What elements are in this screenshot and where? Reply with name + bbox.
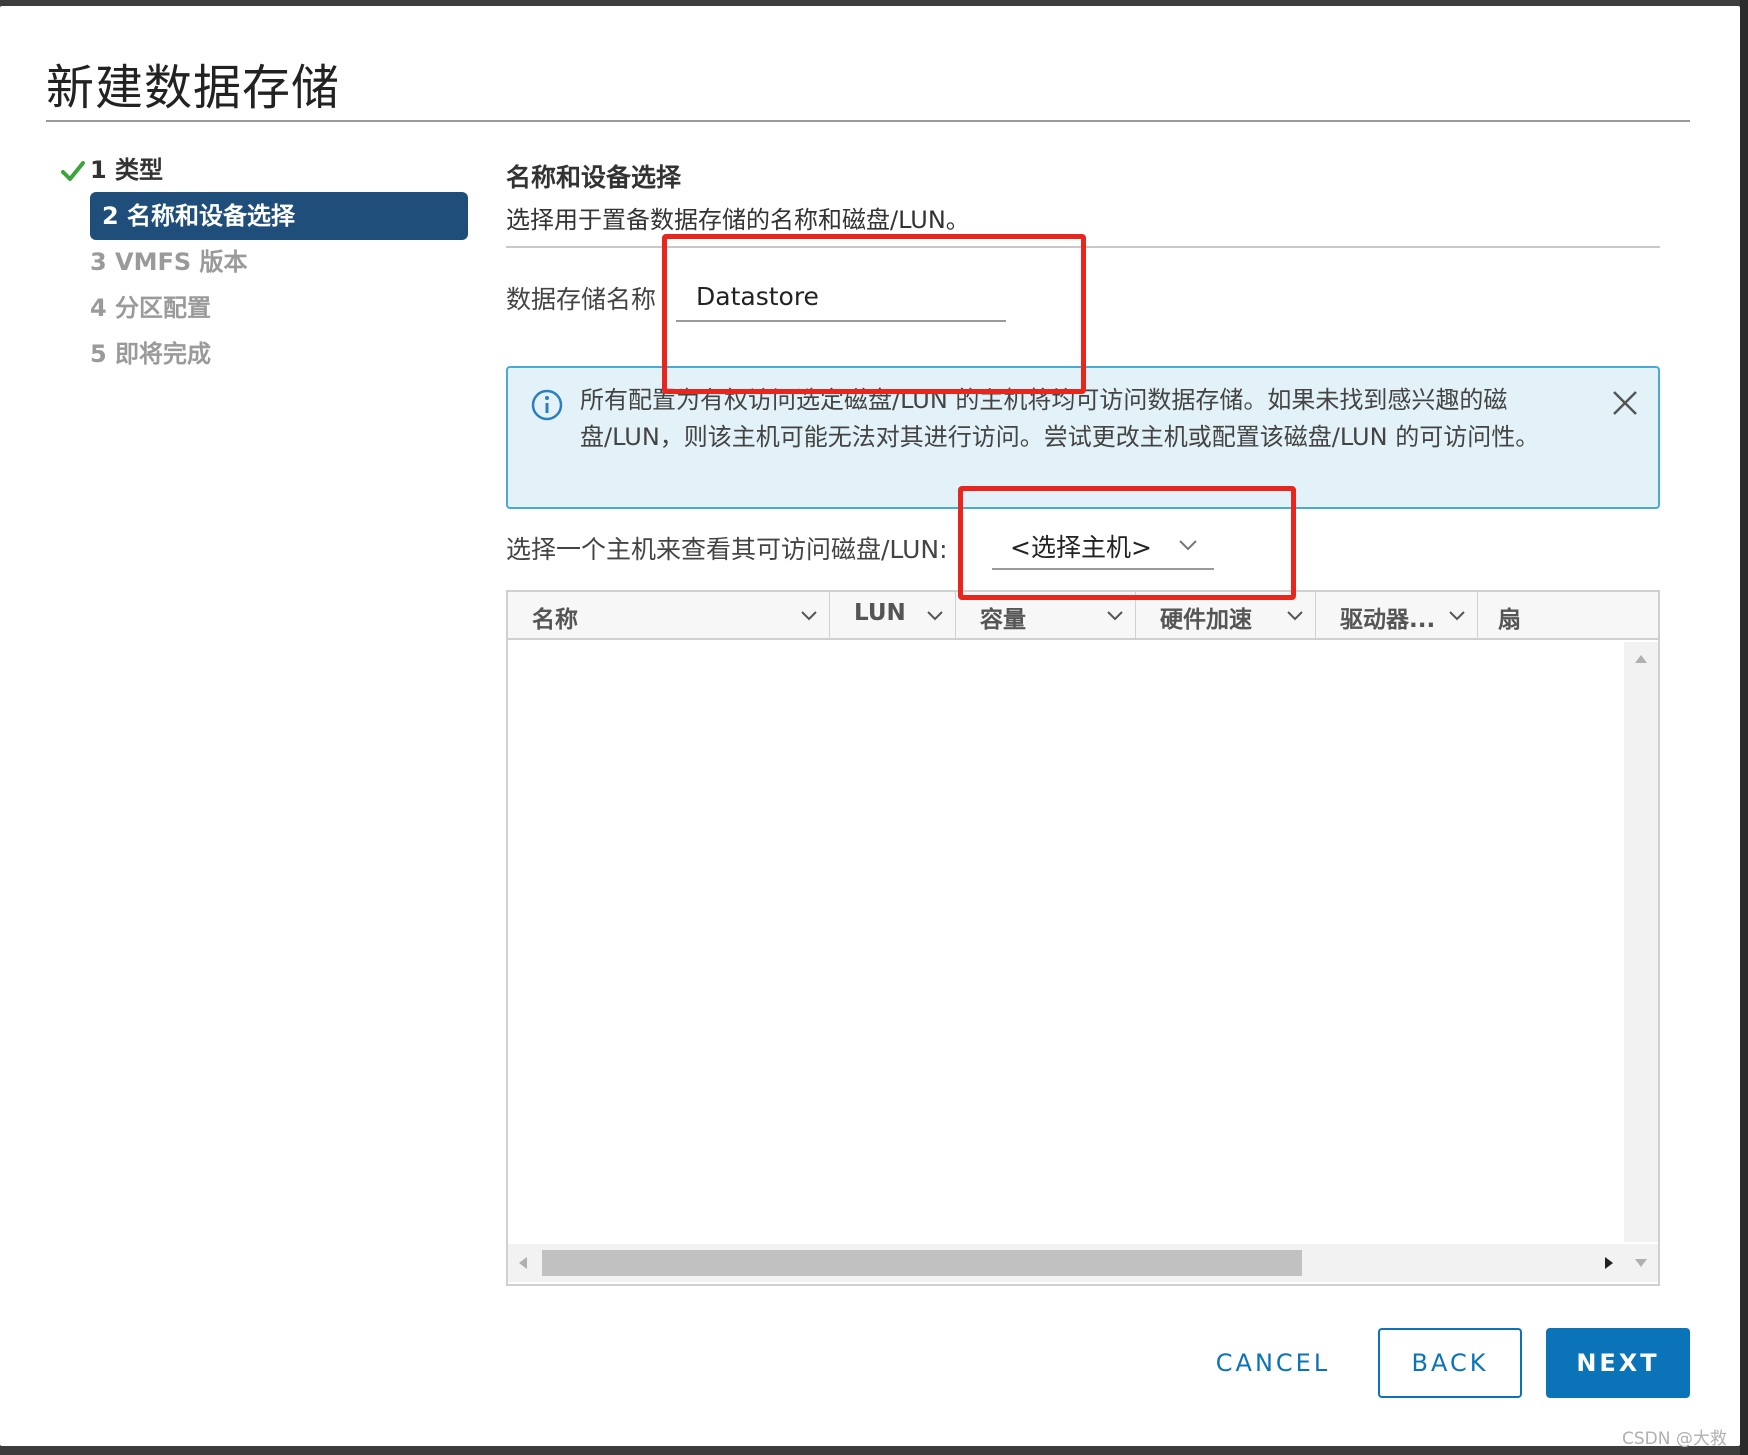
info-text: 所有配置为有权访问选定磁盘/LUN 的主机将均可访问数据存储。如果未找到感兴趣的… bbox=[580, 386, 1540, 451]
section-description: 选择用于置备数据存储的名称和磁盘/LUN。 bbox=[506, 206, 970, 234]
host-select-value: <选择主机> bbox=[1010, 533, 1152, 562]
column-label: LUN bbox=[854, 600, 906, 626]
chevron-down-icon bbox=[1179, 540, 1197, 551]
dialog-title: 新建数据存储 bbox=[46, 60, 341, 116]
column-label: 容量 bbox=[980, 607, 1026, 633]
chevron-down-icon bbox=[1107, 611, 1123, 621]
step-ready-complete: 5 即将完成 bbox=[90, 340, 212, 368]
column-lun[interactable]: LUN bbox=[830, 592, 956, 640]
vertical-scrollbar[interactable] bbox=[1624, 642, 1658, 1242]
column-drive-type[interactable]: 驱动器... bbox=[1316, 592, 1478, 640]
info-icon bbox=[531, 389, 563, 421]
next-button[interactable]: NEXT bbox=[1546, 1328, 1690, 1398]
scroll-right-icon[interactable] bbox=[1604, 1256, 1614, 1270]
datastore-name-label: 数据存储名称 bbox=[506, 285, 657, 314]
check-icon bbox=[61, 161, 85, 181]
scroll-left-icon[interactable] bbox=[518, 1256, 528, 1270]
step-type[interactable]: 1 类型 bbox=[90, 146, 163, 194]
column-label: 驱动器... bbox=[1340, 607, 1436, 633]
close-icon[interactable] bbox=[1610, 388, 1640, 418]
section-divider bbox=[506, 246, 1660, 248]
background-edge bbox=[1740, 0, 1748, 1455]
horizontal-scrollbar[interactable] bbox=[508, 1244, 1624, 1282]
horizontal-scroll-thumb[interactable] bbox=[542, 1250, 1302, 1276]
info-alert: 所有配置为有权访问选定磁盘/LUN 的主机将均可访问数据存储。如果未找到感兴趣的… bbox=[506, 366, 1660, 509]
column-label: 扇 bbox=[1498, 607, 1521, 633]
title-divider bbox=[46, 120, 1690, 122]
scrollbar-corner bbox=[1624, 1244, 1658, 1282]
new-datastore-dialog: 新建数据存储 1 类型 2 名称和设备选择 3 VMFS 版本 4 分区配置 5… bbox=[0, 6, 1740, 1446]
chevron-down-icon bbox=[1449, 611, 1465, 621]
back-button[interactable]: BACK bbox=[1378, 1328, 1522, 1398]
scroll-up-icon[interactable] bbox=[1634, 654, 1648, 664]
host-select-label: 选择一个主机来查看其可访问磁盘/LUN: bbox=[506, 535, 948, 564]
datastore-name-input[interactable] bbox=[676, 272, 1006, 322]
scroll-down-icon[interactable] bbox=[1634, 1258, 1648, 1268]
column-capacity[interactable]: 容量 bbox=[956, 592, 1136, 640]
column-name[interactable]: 名称 bbox=[508, 592, 830, 640]
lun-table: 名称 LUN 容量 硬件加速 驱动器... 扇 bbox=[506, 590, 1660, 1286]
column-label: 硬件加速 bbox=[1160, 607, 1252, 633]
watermark: CSDN @大救 bbox=[1622, 1429, 1727, 1449]
column-hw-acceleration[interactable]: 硬件加速 bbox=[1136, 592, 1316, 640]
chevron-down-icon bbox=[1287, 611, 1303, 621]
chevron-down-icon bbox=[927, 611, 943, 621]
table-header: 名称 LUN 容量 硬件加速 驱动器... 扇 bbox=[508, 592, 1658, 640]
step-vmfs-version: 3 VMFS 版本 bbox=[90, 248, 248, 276]
chevron-down-icon bbox=[801, 611, 817, 621]
step-partition-config: 4 分区配置 bbox=[90, 294, 212, 322]
step-name-device[interactable]: 2 名称和设备选择 bbox=[90, 192, 468, 240]
host-select-dropdown[interactable]: <选择主机> bbox=[992, 518, 1214, 570]
column-label: 名称 bbox=[532, 607, 578, 633]
cancel-button[interactable]: CANCEL bbox=[1198, 1328, 1348, 1398]
column-sector[interactable]: 扇 bbox=[1478, 592, 1658, 640]
section-title: 名称和设备选择 bbox=[506, 163, 682, 192]
